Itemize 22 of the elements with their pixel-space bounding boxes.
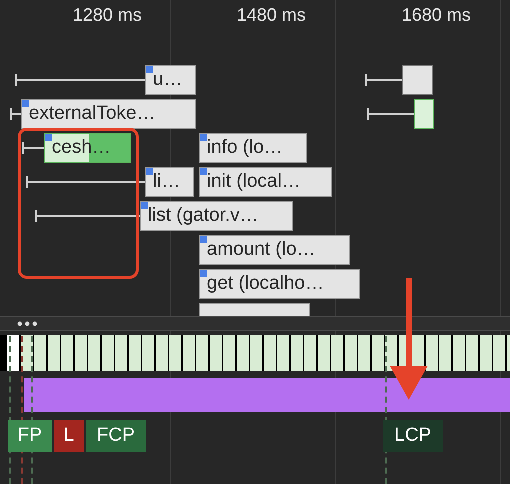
flame-chart-bar[interactable]: externalToke… [21,99,196,129]
whisker-line [365,74,402,86]
time-tick-label: 1480 ms [237,4,306,27]
more-icon[interactable] [17,321,38,327]
whisker-line [22,142,44,154]
flame-chart-bar[interactable]: get (localho… [199,269,360,299]
timing-marker[interactable]: FCP [86,420,146,452]
flame-chart-bar[interactable]: u… [145,65,196,95]
flame-chart-bar[interactable]: list (gator.v… [140,201,293,231]
timing-marker[interactable]: LCP [383,420,443,452]
time-tick-label: 1280 ms [73,4,142,27]
flame-chart-bar[interactable] [402,65,433,95]
flame-chart-bar[interactable] [199,303,310,317]
flame-chart-bar[interactable]: amount (lo… [199,235,350,265]
whisker-line [367,108,414,120]
flame-chart-bar[interactable]: info (lo… [199,133,307,163]
whisker-line [10,108,21,120]
timing-marker[interactable]: L [54,420,84,452]
timing-marker[interactable]: FP [8,420,52,452]
flame-chart-bar[interactable]: init (local… [199,167,332,197]
time-tick-label: 1680 ms [402,4,472,27]
flame-chart-bar[interactable]: li… [145,167,194,197]
